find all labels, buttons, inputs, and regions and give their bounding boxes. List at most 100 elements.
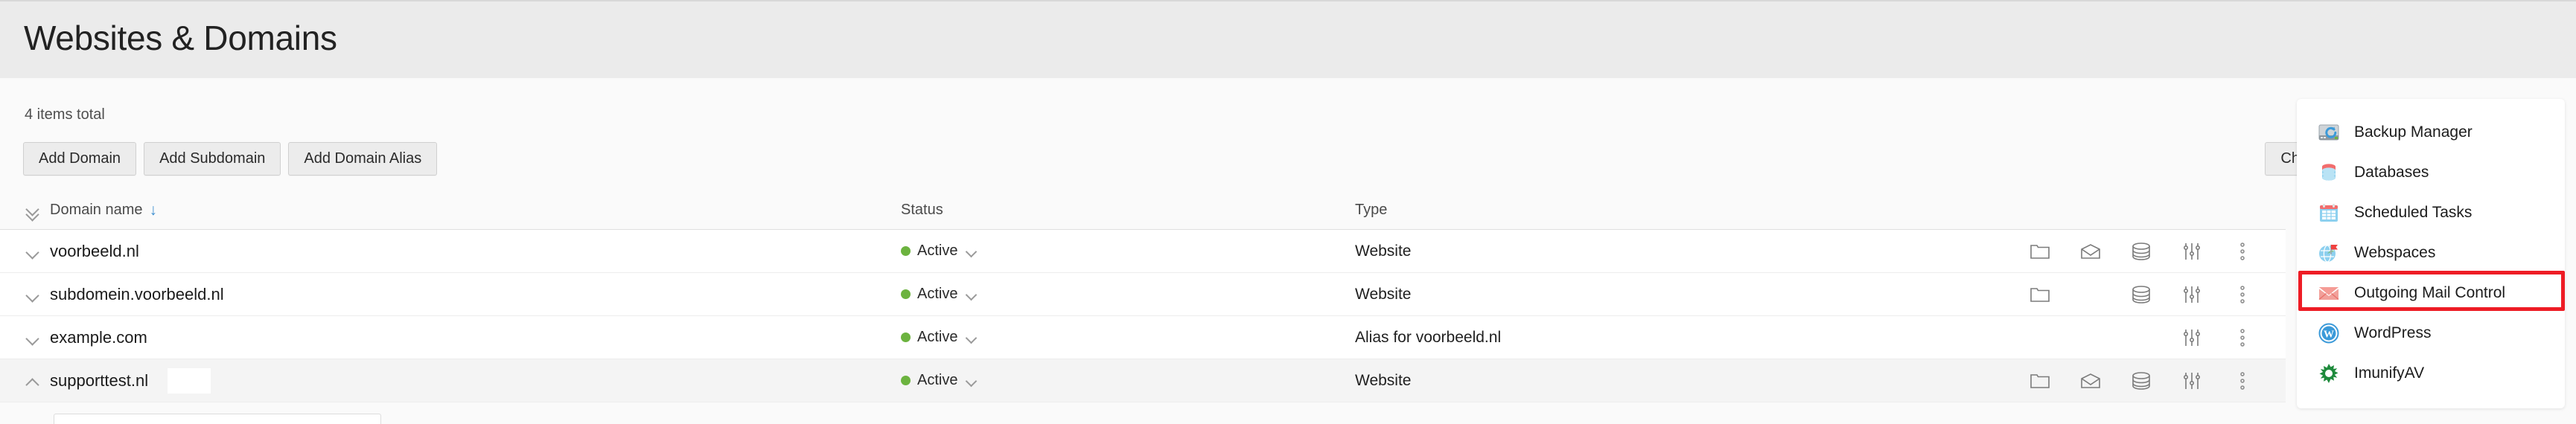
row-action-more-vertical-icon[interactable] xyxy=(2217,230,2268,273)
svg-text:W: W xyxy=(2324,330,2334,341)
status-chevron-down-icon[interactable] xyxy=(966,289,978,301)
webspaces-icon xyxy=(2316,240,2341,266)
row-action-database-icon[interactable] xyxy=(2116,273,2167,316)
imunifyav-icon xyxy=(2316,361,2341,386)
scheduled-tasks-icon xyxy=(2316,200,2341,225)
side-panel-item-databases[interactable]: Databases xyxy=(2297,152,2565,193)
row-domain-name-cell: example.com xyxy=(0,328,901,347)
row-actions-cell xyxy=(1876,230,2286,273)
row-type-cell: Website xyxy=(1355,286,1876,303)
tools-side-panel: Backup Manager Databases Scheduled Tasks We… xyxy=(2297,99,2565,408)
side-panel-item-scheduled-tasks[interactable]: Scheduled Tasks xyxy=(2297,193,2565,233)
domain-name-link[interactable]: example.com xyxy=(50,328,147,347)
side-panel-item-label: WordPress xyxy=(2354,324,2432,341)
row-action-mail-icon[interactable] xyxy=(2065,230,2116,273)
side-panel-item-label: Webspaces xyxy=(2354,244,2436,261)
row-action-settings-sliders-icon[interactable] xyxy=(2167,359,2217,402)
side-panel-item-label: Scheduled Tasks xyxy=(2354,204,2473,221)
row-type-label: Alias for voorbeeld.nl xyxy=(1355,328,1502,346)
row-domain-name-cell: supporttest.nl xyxy=(0,367,901,394)
expand-row-chevron-down-icon[interactable] xyxy=(25,243,41,260)
row-type-label: Website xyxy=(1355,242,1412,260)
databases-icon xyxy=(2316,160,2341,185)
status-chevron-down-icon[interactable] xyxy=(966,375,978,387)
status-badge: Active xyxy=(917,286,958,302)
row-action-mail-icon[interactable] xyxy=(2065,359,2116,402)
row-action-database-icon[interactable] xyxy=(2116,359,2167,402)
row-status-cell: Active xyxy=(901,242,1355,260)
side-panel-item-webspaces[interactable]: Webspaces xyxy=(2297,233,2565,273)
column-header-status-label: Status xyxy=(901,202,943,218)
collapse-row-chevron-up-icon[interactable] xyxy=(25,373,41,389)
side-panel-item-label: Databases xyxy=(2354,164,2429,181)
outgoing-mail-icon xyxy=(2316,280,2341,306)
row-action-empty-slot xyxy=(2015,316,2065,359)
page-header: Websites & Domains xyxy=(0,0,2576,78)
row-action-folder-icon[interactable] xyxy=(2015,230,2065,273)
row-action-more-vertical-icon[interactable] xyxy=(2217,273,2268,316)
status-chevron-down-icon[interactable] xyxy=(966,245,978,257)
toolbar: Add Domain Add Subdomain Add Domain Alia… xyxy=(23,142,438,176)
status-chevron-down-icon[interactable] xyxy=(966,332,978,344)
row-action-more-vertical-icon[interactable] xyxy=(2217,359,2268,402)
side-panel-item-imunifyav[interactable]: ImunifyAV xyxy=(2297,353,2565,394)
row-domain-name-cell: subdomein.voorbeeld.nl xyxy=(0,285,901,304)
items-total-label: 4 items total xyxy=(25,106,105,123)
column-header-domain-name-label: Domain name xyxy=(50,202,143,218)
side-panel-item-label: Backup Manager xyxy=(2354,123,2473,141)
redaction-box xyxy=(168,367,211,394)
side-panel-item-outgoing-mail-control[interactable]: Outgoing Mail Control xyxy=(2297,273,2565,313)
row-type-cell: Alias for voorbeeld.nl xyxy=(1355,329,1876,347)
sort-descending-arrow-icon[interactable]: ↓ xyxy=(150,202,158,218)
status-dot-icon xyxy=(901,246,911,256)
row-type-cell: Website xyxy=(1355,242,1876,260)
wordpress-icon: W xyxy=(2316,321,2341,346)
row-status-cell: Active xyxy=(901,372,1355,389)
row-action-empty-slot xyxy=(2065,316,2116,359)
side-panel-item-backup-manager[interactable]: Backup Manager xyxy=(2297,112,2565,152)
table-row[interactable]: subdomein.voorbeeld.nl Active Website xyxy=(0,273,2286,316)
backup-manager-icon xyxy=(2316,120,2341,145)
side-panel-item-label: Outgoing Mail Control xyxy=(2354,284,2506,301)
column-header-domain-name[interactable]: Domain name ↓ xyxy=(0,202,901,219)
row-type-label: Website xyxy=(1355,285,1412,303)
status-badge: Active xyxy=(917,242,958,259)
row-action-settings-sliders-icon[interactable] xyxy=(2167,273,2217,316)
row-action-folder-icon[interactable] xyxy=(2015,273,2065,316)
expanded-row-panel-clipped xyxy=(54,414,381,424)
domains-table: Domain name ↓ Status Type voorbeeld.nl Ac… xyxy=(0,191,2286,402)
row-type-label: Website xyxy=(1355,371,1412,389)
add-subdomain-button[interactable]: Add Subdomain xyxy=(144,142,281,176)
side-panel-item-wordpress[interactable]: W WordPress xyxy=(2297,313,2565,353)
page-content: 4 items total Add Domain Add Subdomain A… xyxy=(0,78,2576,424)
column-header-status[interactable]: Status xyxy=(901,202,1355,219)
websites-and-domains-page: Websites & Domains 4 items total Add Dom… xyxy=(0,0,2576,424)
side-panel-item-label: ImunifyAV xyxy=(2354,364,2425,382)
row-domain-name-cell: voorbeeld.nl xyxy=(0,242,901,261)
domain-name-link[interactable]: voorbeeld.nl xyxy=(50,242,139,261)
row-action-database-icon[interactable] xyxy=(2116,230,2167,273)
column-header-type[interactable]: Type xyxy=(1355,202,1876,219)
status-dot-icon xyxy=(901,289,911,299)
row-action-settings-sliders-icon[interactable] xyxy=(2167,316,2217,359)
row-actions-cell xyxy=(1876,359,2286,402)
domain-name-link[interactable]: supporttest.nl xyxy=(50,371,148,391)
row-actions-cell xyxy=(1876,316,2286,359)
row-action-empty-slot xyxy=(2116,316,2167,359)
table-row[interactable]: voorbeeld.nl Active Website xyxy=(0,230,2286,273)
row-action-empty-slot xyxy=(2065,273,2116,316)
add-domain-alias-button[interactable]: Add Domain Alias xyxy=(288,142,438,176)
add-domain-button[interactable]: Add Domain xyxy=(23,142,137,176)
domain-name-link[interactable]: subdomein.voorbeeld.nl xyxy=(50,285,224,304)
row-action-more-vertical-icon[interactable] xyxy=(2217,316,2268,359)
page-title: Websites & Domains xyxy=(24,19,337,57)
table-row[interactable]: supporttest.nl Active Website xyxy=(0,359,2286,402)
row-action-settings-sliders-icon[interactable] xyxy=(2167,230,2217,273)
row-actions-cell xyxy=(1876,273,2286,316)
table-row[interactable]: example.com Active Alias for voorbeeld.nl xyxy=(0,316,2286,359)
status-badge: Active xyxy=(917,372,958,388)
expand-all-chevron-icon[interactable] xyxy=(25,202,41,219)
expand-row-chevron-down-icon[interactable] xyxy=(25,330,41,346)
row-action-folder-icon[interactable] xyxy=(2015,359,2065,402)
expand-row-chevron-down-icon[interactable] xyxy=(25,286,41,303)
